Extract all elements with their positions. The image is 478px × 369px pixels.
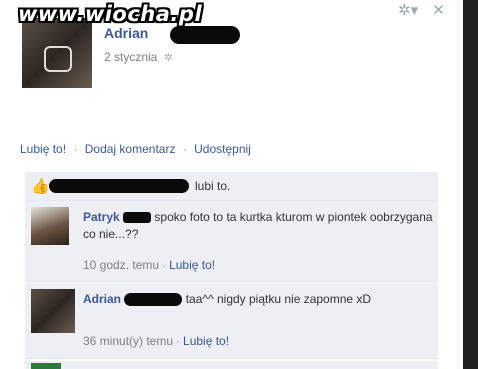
redaction-mark xyxy=(170,26,240,44)
separator: · xyxy=(176,334,181,348)
comment-input-avatar xyxy=(31,363,61,369)
comment-like-link[interactable]: Lubię to! xyxy=(183,334,229,348)
like-link[interactable]: Lubię to! xyxy=(20,142,66,156)
comment-body: Adrian taa^^ nigdy piątku nie zapomne xD xyxy=(83,291,433,308)
likes-bar: 👍 lubi to. xyxy=(25,172,438,201)
redaction-mark xyxy=(123,212,152,224)
comment-avatar[interactable] xyxy=(31,289,75,333)
right-sidebar-edge xyxy=(463,0,478,369)
separator: · xyxy=(73,142,78,156)
comment-author[interactable]: Adrian xyxy=(83,292,121,306)
globe-icon: ✲ xyxy=(163,52,173,64)
redaction-mark xyxy=(124,293,183,307)
watermark: www.wiocha.pl xyxy=(18,2,203,26)
share-link[interactable]: Udostępnij xyxy=(194,142,251,156)
post-author[interactable]: Adrian xyxy=(104,25,148,41)
comment-time[interactable]: 36 minut(y) temu xyxy=(83,334,173,348)
comment-input-area xyxy=(25,361,438,369)
comment-time[interactable]: 10 godz. temu xyxy=(83,258,159,272)
post-actions: Lubię to! · Dodaj komentarz · Udostępnij xyxy=(20,142,251,156)
comment-meta: 10 godz. temu · Lubię to! xyxy=(83,258,215,272)
comment-text: taa^^ nigdy piątku nie zapomne xD xyxy=(185,292,372,306)
comment-meta: 36 minut(y) temu · Lubię to! xyxy=(83,334,229,348)
thumbs-up-icon: 👍 xyxy=(31,178,50,195)
post-header: Adrian 2 stycznia ✲ xyxy=(22,18,462,93)
separator: · xyxy=(162,258,167,272)
post-date: 2 stycznia ✲ xyxy=(104,50,173,64)
comment-item: Patryk spoko foto to ta kurtka kturom w … xyxy=(25,201,438,282)
comment-body: Patryk spoko foto to ta kurtka kturom w … xyxy=(83,209,433,243)
comment-like-link[interactable]: Lubię to! xyxy=(169,258,215,272)
redaction-mark xyxy=(49,179,189,193)
separator: · xyxy=(182,142,187,156)
comment-avatar[interactable] xyxy=(31,207,69,245)
comment-author[interactable]: Patryk xyxy=(83,210,120,224)
settings-icon[interactable]: ✲▾ xyxy=(398,2,418,19)
close-icon[interactable]: ✕ xyxy=(432,2,445,19)
post-controls: ✲▾ ✕ xyxy=(388,1,445,19)
comment-item: Adrian taa^^ nigdy piątku nie zapomne xD… xyxy=(25,283,438,359)
post-date-text[interactable]: 2 stycznia xyxy=(104,50,157,64)
likes-text: lubi to. xyxy=(195,179,231,193)
avatar-figure xyxy=(44,46,72,72)
avatar[interactable] xyxy=(22,18,92,88)
comment-link[interactable]: Dodaj komentarz xyxy=(85,142,176,156)
